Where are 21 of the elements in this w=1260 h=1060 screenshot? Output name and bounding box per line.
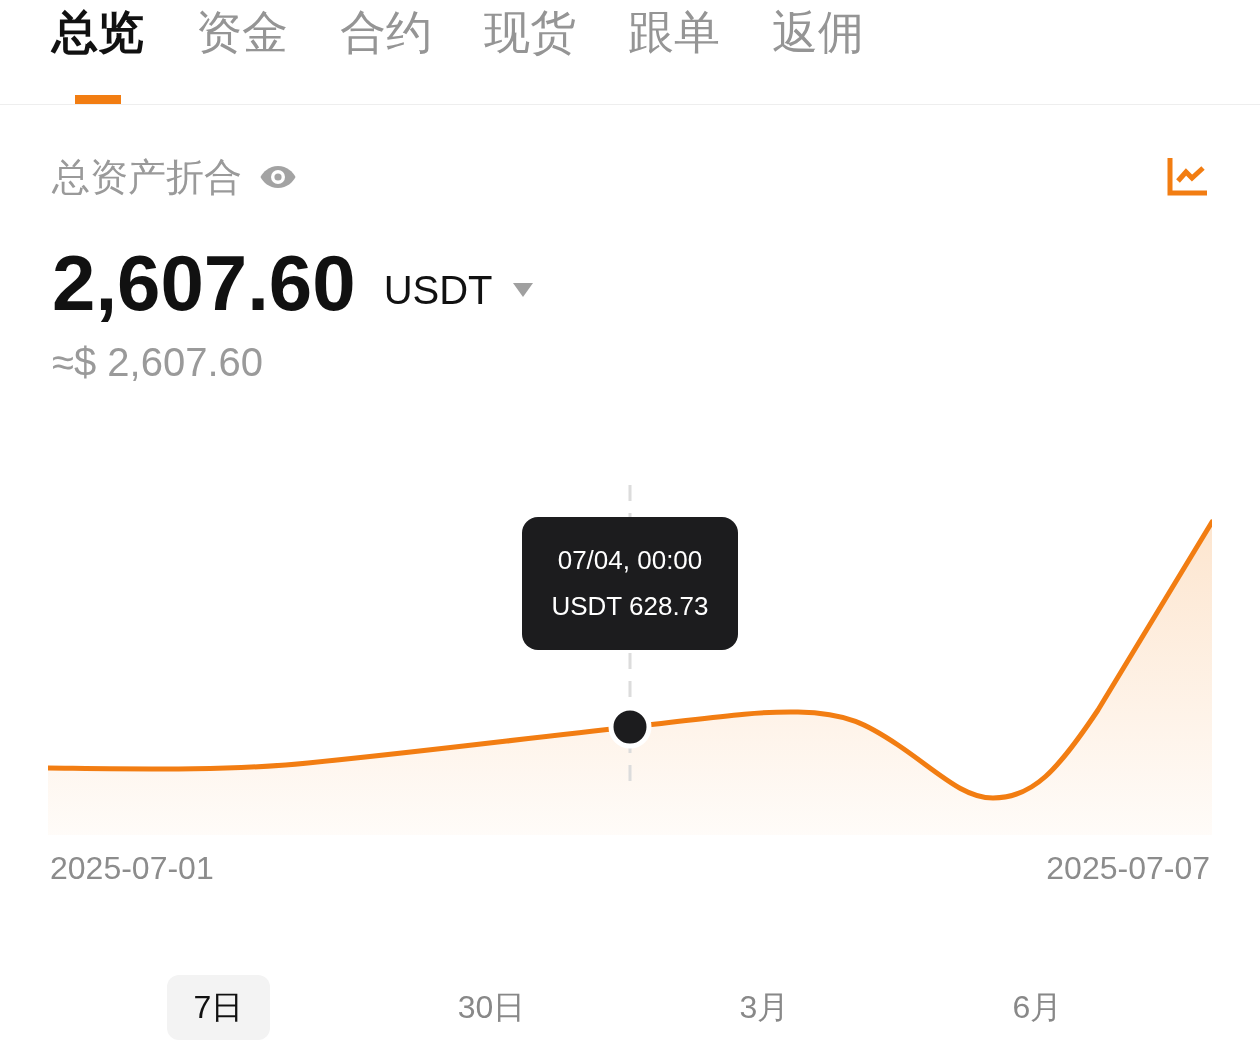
time-range-tab[interactable]: 6月 <box>986 975 1089 1040</box>
nav-tab[interactable]: 返佣 <box>772 0 864 104</box>
approx-usd-value: ≈$ 2,607.60 <box>52 339 263 386</box>
total-assets-label: 总资产折合 <box>52 155 242 200</box>
tooltip-date: 07/04, 00:00 <box>557 544 703 577</box>
nav-tab[interactable]: 现货 <box>484 0 576 104</box>
time-range-tab[interactable]: 3月 <box>713 975 816 1040</box>
tooltip-value: USDT 628.73 <box>551 590 709 623</box>
time-range-tab[interactable]: 30日 <box>440 975 543 1040</box>
eye-icon[interactable] <box>260 165 296 189</box>
currency-selector[interactable]: USDT <box>383 265 533 315</box>
line-chart-icon[interactable] <box>1167 158 1207 196</box>
chart-end-date: 2025-07-07 <box>1046 849 1210 888</box>
nav-tab[interactable]: 资金 <box>196 0 288 104</box>
nav-tab[interactable]: 总览 <box>52 0 144 104</box>
total-amount: 2,607.60 <box>52 241 356 325</box>
nav-tab[interactable]: 跟单 <box>628 0 720 104</box>
chart-start-date: 2025-07-01 <box>50 849 214 888</box>
nav-tab[interactable]: 合约 <box>340 0 432 104</box>
time-range-tab[interactable]: 7日 <box>167 975 270 1040</box>
caret-icon <box>512 283 533 297</box>
